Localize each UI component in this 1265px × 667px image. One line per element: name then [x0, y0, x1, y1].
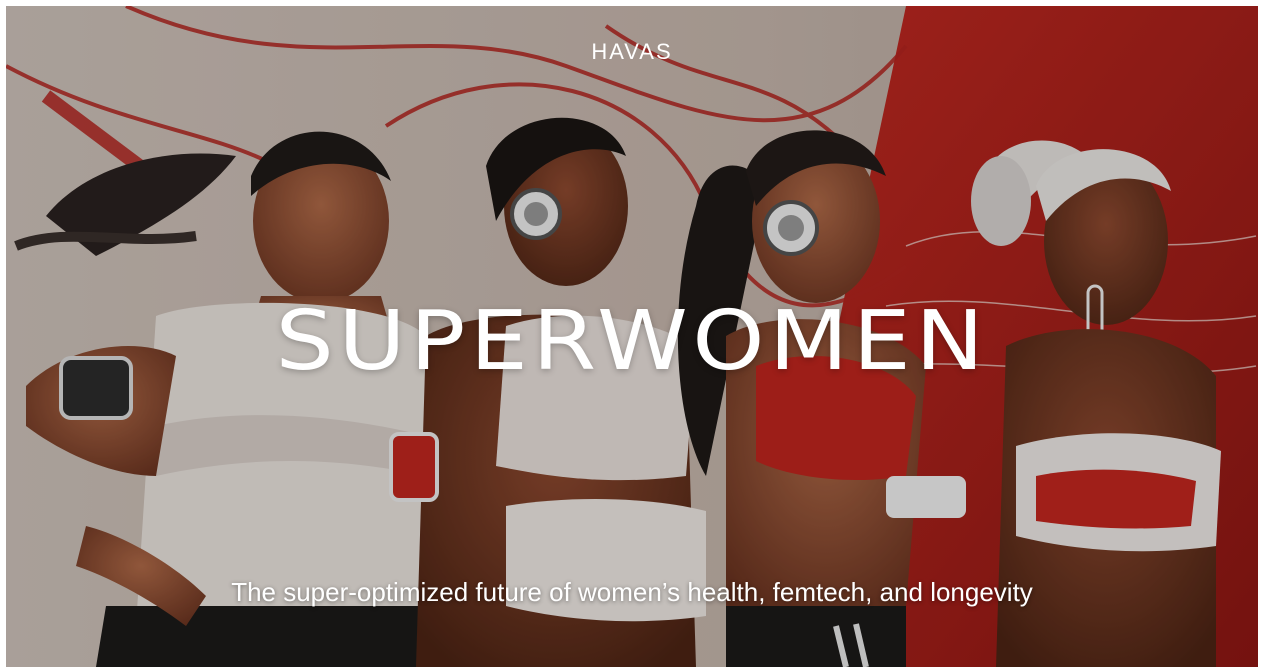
havas-logo: HAVAS: [591, 39, 673, 64]
hero-banner: HAVAS SUPERWOMEN The super-optimized fut…: [6, 6, 1258, 667]
page-subtitle: The super-optimized future of women’s he…: [231, 577, 1033, 607]
page-title: SUPERWOMEN: [275, 294, 989, 389]
